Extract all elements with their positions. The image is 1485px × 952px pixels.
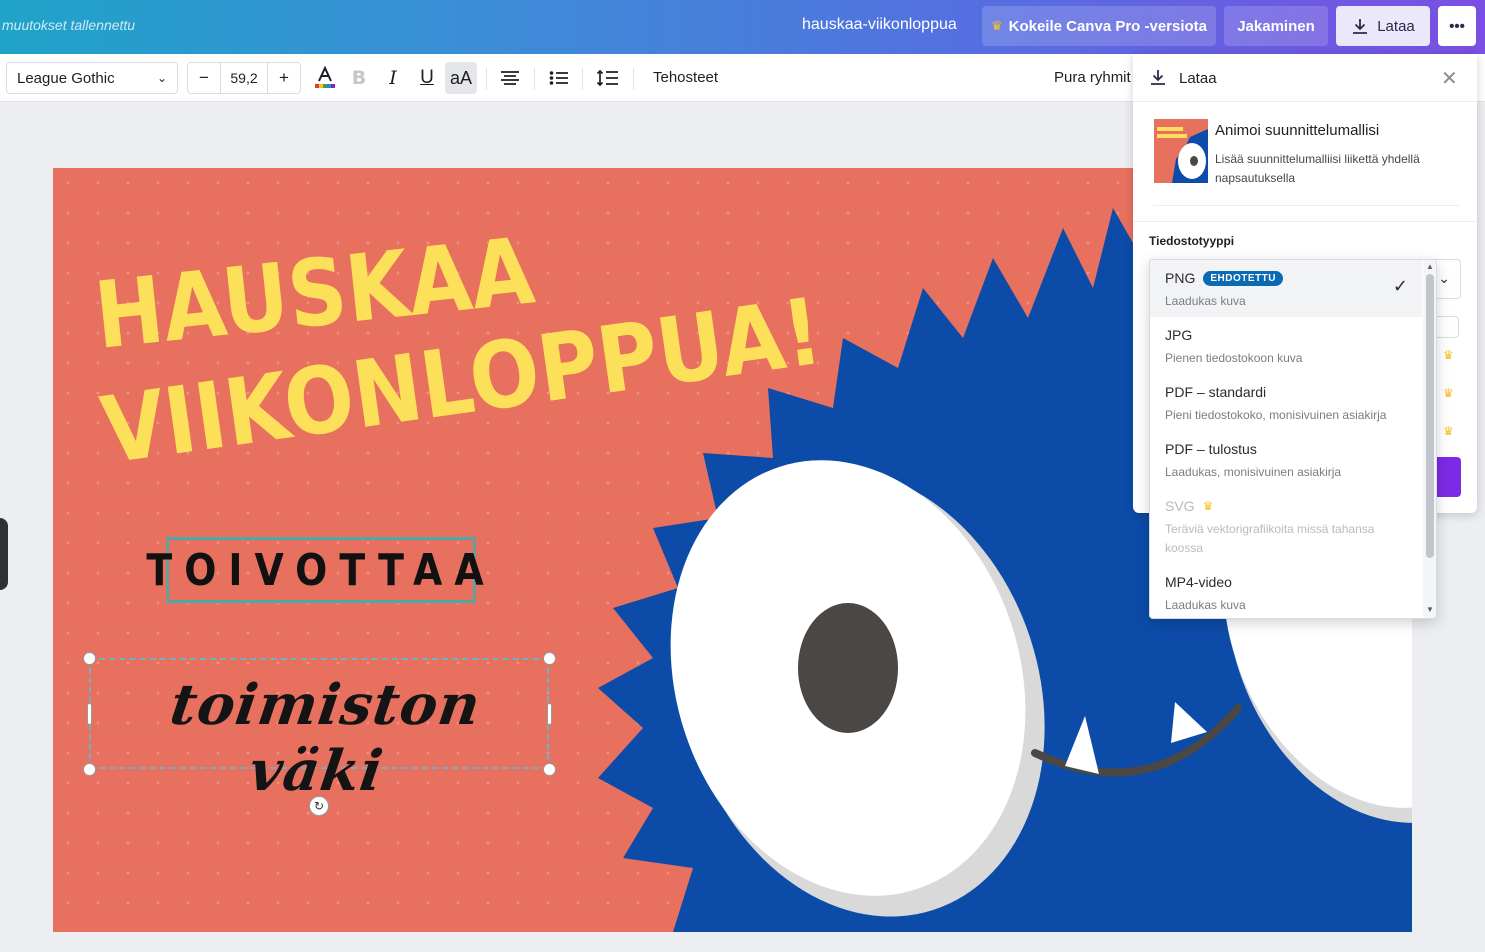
toolbar-divider (582, 68, 583, 90)
option-name: PDF – tulostus (1165, 441, 1257, 457)
font-family-select[interactable]: League Gothic ⌄ (6, 62, 178, 94)
download-panel-title: Lataa (1179, 70, 1217, 87)
increase-size-button[interactable]: + (268, 63, 300, 93)
try-pro-label: Kokeile Canva Pro -versiota (1008, 17, 1208, 35)
animate-title: Animoi suunnittelumallisi (1215, 122, 1380, 139)
filetype-option-jpg[interactable]: JPG Pienen tiedostokoon kuva (1150, 327, 1422, 368)
more-options-button[interactable]: ••• (1438, 6, 1476, 46)
option-name: JPG (1165, 327, 1193, 343)
filetype-dropdown: PNG EHDOTETTU Laadukas kuva ✓ JPG Pienen… (1149, 259, 1437, 619)
option-name: MP4-video (1165, 574, 1232, 590)
share-button[interactable]: Jakaminen (1224, 6, 1328, 46)
document-title[interactable]: hauskaa-viikonloppua (802, 16, 957, 34)
share-label: Jakaminen (1237, 17, 1315, 35)
option-name: SVG (1165, 498, 1195, 514)
font-family-value: League Gothic (17, 69, 115, 87)
try-pro-button[interactable]: ♛ Kokeile Canva Pro -versiota (982, 6, 1216, 46)
dropdown-scrollbar[interactable]: ▲ ▼ (1423, 260, 1436, 618)
scroll-down-icon[interactable]: ▼ (1426, 605, 1434, 614)
scroll-up-icon[interactable]: ▲ (1426, 262, 1434, 271)
selected-text-element[interactable]: toimiston väki (89, 658, 549, 804)
resize-handle-top-left[interactable] (83, 652, 96, 665)
font-size-stepper[interactable]: − 59,2 + (187, 62, 301, 94)
filetype-label: Tiedostotyyppi (1149, 234, 1235, 248)
headline-graphic: HAUSKAA VIIKONLOPPUA! (95, 228, 828, 485)
scrollbar-thumb[interactable] (1426, 274, 1434, 558)
close-icon[interactable]: ✕ (1441, 66, 1458, 91)
resize-handle-bottom-right[interactable] (543, 763, 556, 776)
top-bar: muutokset tallennettu hauskaa-viikonlopp… (0, 0, 1485, 54)
underline-icon[interactable]: U (411, 62, 443, 94)
filetype-option-mp4[interactable]: MP4-video Laadukas kuva (1150, 574, 1422, 615)
toolbar-divider (633, 68, 634, 90)
crown-icon: ♛ (1443, 424, 1454, 438)
crown-icon: ♛ (1443, 348, 1454, 362)
animate-design-card[interactable]: Animoi suunnittelumallisi Lisää suunnitt… (1153, 118, 1459, 206)
filetype-option-png[interactable]: PNG EHDOTETTU Laadukas kuva ✓ (1150, 260, 1422, 317)
side-panel-toggle[interactable] (0, 518, 8, 590)
animate-thumbnail (1154, 119, 1208, 183)
filetype-option-svg[interactable]: SVG ♛ Teräviä vektorigrafiikoita missä t… (1150, 498, 1422, 558)
resize-handle-right[interactable] (547, 703, 552, 725)
chevron-down-icon: ⌄ (1438, 270, 1450, 286)
italic-icon[interactable]: I (377, 62, 409, 94)
letter-case-icon[interactable]: aA (445, 62, 477, 94)
filetype-option-pdf-print[interactable]: PDF – tulostus Laadukas, monisivuinen as… (1150, 441, 1422, 482)
crown-icon: ♛ (990, 18, 1003, 33)
toolbar-divider (534, 68, 535, 90)
toolbar-divider (486, 68, 487, 90)
option-description: Pienen tiedostokoon kuva (1165, 351, 1303, 365)
effects-button[interactable]: Tehosteet (653, 69, 718, 86)
download-icon (1353, 19, 1368, 34)
checkmark-icon: ✓ (1392, 276, 1408, 296)
option-description: Laadukas kuva (1165, 598, 1246, 612)
animate-description: Lisää suunnittelumalliisi liikettä yhdel… (1215, 152, 1420, 185)
text-color-button[interactable] (309, 62, 341, 94)
rotate-handle-icon[interactable]: ↻ (309, 796, 329, 816)
download-button[interactable]: Lataa (1336, 6, 1430, 46)
save-status: muutokset tallennettu (2, 17, 136, 33)
download-icon (1151, 70, 1165, 85)
align-center-icon[interactable] (494, 62, 526, 94)
recommended-badge: EHDOTETTU (1203, 270, 1283, 286)
option-description: Laadukas, monisivuinen asiakirja (1165, 465, 1342, 479)
subtitle-frame[interactable]: TOIVOTTAA (146, 537, 484, 603)
text-color-icon (315, 66, 335, 88)
panel-divider (1133, 221, 1477, 222)
download-panel-header: Lataa ✕ (1133, 54, 1477, 102)
option-description: Teräviä vektorigrafiikoita missä tahansa… (1165, 522, 1375, 555)
resize-handle-bottom-left[interactable] (83, 763, 96, 776)
option-name: PNG (1165, 270, 1196, 286)
list-icon[interactable] (543, 62, 575, 94)
crown-icon: ♛ (1443, 386, 1454, 400)
crown-icon: ♛ (1202, 499, 1214, 513)
download-label: Lataa (1377, 17, 1415, 35)
resize-handle-left[interactable] (87, 703, 92, 725)
subtitle-text: TOIVOTTAA (146, 544, 496, 596)
resize-handle-top-right[interactable] (543, 652, 556, 665)
option-description: Pieni tiedostokoko, monisivuinen asiakir… (1165, 408, 1387, 422)
ungroup-button[interactable]: Pura ryhmit (1054, 69, 1131, 86)
option-name: PDF – standardi (1165, 384, 1267, 400)
decrease-size-button[interactable]: − (188, 63, 220, 93)
more-icon: ••• (1449, 17, 1465, 35)
font-size-value[interactable]: 59,2 (220, 63, 268, 93)
bold-icon[interactable]: B (343, 62, 375, 94)
script-text: toimiston väki (166, 672, 486, 804)
option-description: Laadukas kuva (1165, 294, 1246, 308)
filetype-option-pdf-standard[interactable]: PDF – standardi Pieni tiedostokoko, moni… (1150, 384, 1422, 425)
chevron-down-icon: ⌄ (156, 71, 167, 85)
line-spacing-icon[interactable] (592, 62, 624, 94)
